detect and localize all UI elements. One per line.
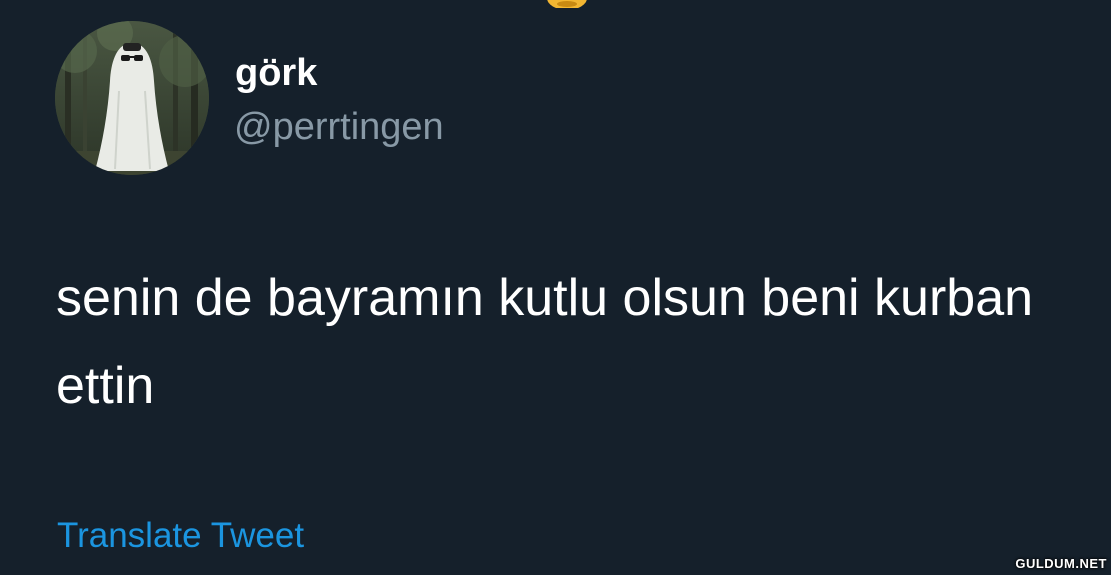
tweet-text: senin de bayramın kutlu olsun beni kurba… — [56, 269, 1034, 415]
avatar[interactable] — [55, 21, 209, 175]
translate-tweet-link[interactable]: Translate Tweet — [57, 514, 304, 558]
emoji-partial-icon — [545, 0, 589, 8]
user-handle[interactable]: @perrtingen — [234, 103, 444, 151]
watermark: GULDUM.NET — [1015, 556, 1107, 571]
display-name[interactable]: görk — [235, 49, 317, 97]
